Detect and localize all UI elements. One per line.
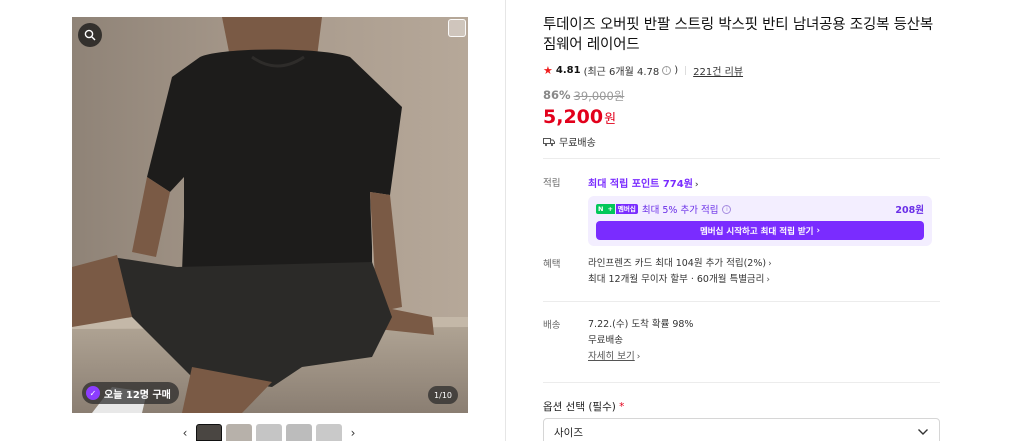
membership-promo-box: N + 멤버십 최대 5% 추가 적립 i 208원 멤버십 시작하고 최대 적립 … <box>588 196 932 246</box>
thumbnail-strip: ‹ › <box>178 424 360 441</box>
option-select-label: 옵션 선택 (필수) * <box>543 401 625 413</box>
gallery-corner-toggle[interactable] <box>448 19 466 37</box>
original-price: 39,000원 <box>573 89 625 103</box>
info-icon[interactable]: i <box>722 204 732 214</box>
delivery-detail-link[interactable]: 자세히 보기 › <box>588 349 940 365</box>
product-photo <box>72 17 468 413</box>
recent-rating-close: ) <box>674 65 679 76</box>
size-select[interactable]: 사이즈 <box>543 418 940 441</box>
recent-rating: (최근 6개월 4.78 <box>583 67 660 78</box>
section-divider <box>543 382 940 383</box>
thumbnail[interactable] <box>316 424 342 441</box>
rating-value: 4.81 <box>555 65 581 76</box>
points-label: 적립 <box>543 178 561 189</box>
buyers-today-text: 오늘 12명 구매 <box>104 389 171 401</box>
price-original-row: 86% 39,000원 <box>543 88 940 104</box>
benefits-section: 혜택 라인프렌즈 카드 최대 104원 추가 적립(2%) › 최대 12개월 무… <box>543 256 940 290</box>
product-image-gallery[interactable]: ✓ 오늘 12명 구매 1/10 <box>72 17 468 413</box>
chevron-right-icon: › <box>768 259 772 269</box>
chevron-down-icon <box>918 429 928 435</box>
installment-benefit-link[interactable]: 최대 12개월 무이자 할부 · 60개월 특별금리 › <box>588 272 940 288</box>
max-points-text: 최대 적립 포인트 774원 <box>588 179 693 190</box>
npay-membership-logo: N + 멤버십 <box>596 204 638 214</box>
zoom-button[interactable] <box>78 23 102 47</box>
section-divider <box>543 301 940 302</box>
required-mark: * <box>619 401 625 413</box>
thumbnail[interactable] <box>256 424 282 441</box>
delivery-fee: 무료배송 <box>588 335 623 346</box>
membership-start-button[interactable]: 멤버십 시작하고 최대 적립 받기 › <box>596 221 924 240</box>
product-title: 투데이즈 오버핏 반팔 스트링 박스핏 반티 남녀공용 조깅복 등산복 짐웨어 … <box>543 17 934 53</box>
column-divider <box>505 0 506 441</box>
review-count-link[interactable]: 221건 리뷰 <box>693 63 743 78</box>
promo-amount: 208원 <box>895 205 924 216</box>
thumbnail[interactable] <box>226 424 252 441</box>
benefits-label: 혜택 <box>543 259 561 270</box>
thumbnail[interactable] <box>196 424 222 441</box>
truck-icon <box>543 137 555 146</box>
section-divider <box>543 158 940 159</box>
points-section: 적립 최대 적립 포인트 774원 › N + 멤버십 최대 5% 추가 적립 i 2… <box>543 175 940 247</box>
card-benefit-link[interactable]: 라인프렌즈 카드 최대 104원 추가 적립(2%) › <box>588 256 940 272</box>
promo-text: 최대 5% 추가 적립 <box>641 205 719 216</box>
bag-icon: ✓ <box>86 386 100 400</box>
delivery-section: 배송 7.22.(수) 도착 확률 98% 무료배송 자세히 보기 › <box>543 317 940 369</box>
chevron-right-icon: › <box>816 225 820 236</box>
max-points-link[interactable]: 최대 적립 포인트 774원 › <box>588 179 699 190</box>
thumbnail[interactable] <box>286 424 312 441</box>
product-info: 투데이즈 오버핏 반팔 스트링 박스핏 반티 남녀공용 조깅복 등산복 짐웨어 … <box>543 15 940 149</box>
image-counter: 1/10 <box>428 386 458 404</box>
buyers-today-badge: ✓ 오늘 12명 구매 <box>82 382 179 404</box>
star-icon: ★ <box>543 64 553 77</box>
size-select-value: 사이즈 <box>554 426 583 439</box>
delivery-label: 배송 <box>543 320 561 331</box>
separator <box>685 66 687 75</box>
chevron-right-icon: › <box>694 180 699 190</box>
shipping-row: 무료배송 <box>543 134 940 149</box>
shipping-text: 무료배송 <box>559 138 596 149</box>
chevron-right-icon: › <box>636 352 641 362</box>
discount-rate: 86% <box>543 88 571 102</box>
sale-price: 5,200 원 <box>543 106 940 128</box>
sale-price-value: 5,200 <box>543 106 604 128</box>
info-icon[interactable]: i <box>662 66 672 75</box>
chevron-right-icon: › <box>766 275 771 285</box>
magnifier-icon <box>84 29 96 41</box>
rating-row: ★ 4.81 (최근 6개월 4.78 i) 221건 리뷰 <box>543 63 940 78</box>
arrival-estimate: 7.22.(수) 도착 확률 98% <box>588 319 694 330</box>
sale-price-unit: 원 <box>604 112 617 127</box>
thumb-next-icon[interactable]: › <box>346 424 360 441</box>
thumb-prev-icon[interactable]: ‹ <box>178 424 192 441</box>
